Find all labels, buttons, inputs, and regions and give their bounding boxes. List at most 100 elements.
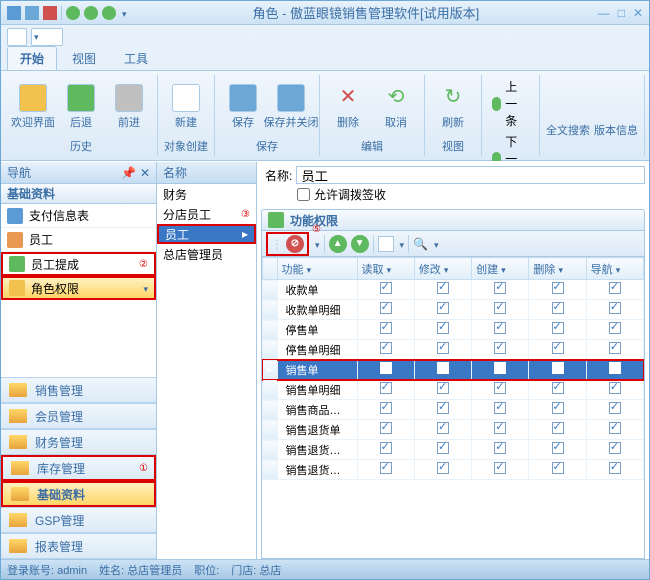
grid-cell-checkbox[interactable] (586, 320, 643, 340)
grid-row[interactable]: 销售退货… (263, 460, 644, 480)
grid-cell-checkbox[interactable] (357, 460, 414, 480)
grid-col-header[interactable]: 功能 ▾ (277, 258, 357, 280)
grid-cell-checkbox[interactable] (529, 280, 586, 300)
down-button[interactable]: ▼ (351, 235, 369, 253)
prev-icon[interactable] (84, 6, 98, 20)
role-list-header[interactable]: 名称 (157, 162, 256, 184)
nav-section-header[interactable]: 基础资料 (1, 184, 156, 204)
nav-item[interactable]: 支付信息表 (1, 204, 156, 228)
grid-cell-checkbox[interactable] (414, 380, 471, 400)
grid-cell-checkbox[interactable] (586, 400, 643, 420)
grid-cell-checkbox[interactable] (414, 340, 471, 360)
grid-row[interactable]: 销售退货单 (263, 420, 644, 440)
nav-category[interactable]: 基础资料 (1, 481, 156, 507)
pin-icon[interactable]: 📌 (121, 166, 136, 180)
ribbon-button[interactable]: 保存 (221, 77, 265, 136)
grid-row[interactable]: 销售商品… (263, 400, 644, 420)
ribbon-button[interactable]: 新建 (164, 77, 208, 136)
nav-category[interactable]: 销售管理 (1, 377, 156, 403)
grid-cell-checkbox[interactable] (586, 440, 643, 460)
close-button[interactable]: ✕ (633, 6, 643, 20)
grid-col-header[interactable]: 删除 ▾ (529, 258, 586, 280)
grip-icon[interactable]: ⋮ (271, 237, 283, 251)
grid-cell-checkbox[interactable] (357, 380, 414, 400)
ribbon-button[interactable]: 保存并关闭 (269, 77, 313, 136)
app-menu-button[interactable] (7, 28, 27, 46)
grid-cell-checkbox[interactable] (357, 300, 414, 320)
refresh-icon[interactable] (66, 6, 80, 20)
grid-row[interactable]: 收款单 (263, 280, 644, 300)
copy-dropdown[interactable] (398, 237, 405, 251)
nav-category[interactable]: GSP管理 (1, 507, 156, 533)
deny-dropdown[interactable] (313, 237, 320, 251)
grid-cell-checkbox[interactable] (357, 320, 414, 340)
grid-cell-checkbox[interactable] (357, 400, 414, 420)
ribbon-button-small[interactable]: 上一条 (488, 77, 533, 130)
grid-cell-checkbox[interactable] (472, 380, 529, 400)
grid-cell-checkbox[interactable] (414, 280, 471, 300)
grid-cell-checkbox[interactable] (529, 360, 586, 380)
allow-checkbox[interactable] (297, 188, 310, 201)
name-input[interactable] (296, 166, 645, 184)
grid-cell-checkbox[interactable] (414, 420, 471, 440)
grid-cell-checkbox[interactable] (529, 440, 586, 460)
ribbon-button[interactable]: ↻刷新 (431, 77, 475, 136)
tab-view[interactable]: 视图 (59, 46, 109, 70)
ribbon-button[interactable]: ✕删除 (326, 77, 370, 136)
close-nav-icon[interactable]: ✕ (140, 166, 150, 180)
grid-cell-checkbox[interactable] (529, 380, 586, 400)
up-button[interactable]: ▲ (329, 235, 347, 253)
grid-cell-checkbox[interactable] (357, 340, 414, 360)
view-menu-button[interactable] (31, 28, 63, 46)
nav-category[interactable]: 会员管理 (1, 403, 156, 429)
grid-row[interactable]: 停售单明细 (263, 340, 644, 360)
grid-cell-checkbox[interactable] (586, 280, 643, 300)
copy-icon[interactable] (378, 236, 394, 252)
grid-cell-checkbox[interactable] (472, 460, 529, 480)
grid-cell-checkbox[interactable] (472, 360, 529, 380)
nav-item[interactable]: 角色权限 (1, 276, 156, 300)
maximize-button[interactable]: □ (618, 6, 625, 20)
tab-start[interactable]: 开始 (7, 46, 57, 70)
grid-cell-checkbox[interactable] (414, 440, 471, 460)
qat-dropdown[interactable] (120, 6, 134, 20)
grid-cell-checkbox[interactable] (472, 440, 529, 460)
role-list-item[interactable]: 财务 (157, 184, 256, 204)
grid-cell-checkbox[interactable] (529, 420, 586, 440)
ribbon-button[interactable]: 版本信息 (594, 77, 638, 152)
grid-cell-checkbox[interactable] (586, 460, 643, 480)
grid-row[interactable]: 停售单 (263, 320, 644, 340)
next-icon[interactable] (102, 6, 116, 20)
ribbon-button[interactable]: 欢迎界面 (11, 77, 55, 136)
grid-cell-checkbox[interactable] (586, 420, 643, 440)
grid-cell-checkbox[interactable] (414, 320, 471, 340)
tab-tools[interactable]: 工具 (111, 46, 161, 70)
grid-cell-checkbox[interactable] (586, 360, 643, 380)
grid-cell-checkbox[interactable] (472, 300, 529, 320)
ribbon-button[interactable]: 前进 (107, 77, 151, 136)
save-close-icon[interactable] (43, 6, 57, 20)
grid-cell-checkbox[interactable] (529, 400, 586, 420)
grid-cell-checkbox[interactable] (357, 440, 414, 460)
grid-cell-checkbox[interactable] (357, 280, 414, 300)
grid-col-header[interactable]: 修改 ▾ (414, 258, 471, 280)
deny-button[interactable]: ⊘ (286, 235, 304, 253)
grid-cell-checkbox[interactable] (529, 300, 586, 320)
nav-category[interactable]: 财务管理 (1, 429, 156, 455)
grid-cell-checkbox[interactable] (357, 360, 414, 380)
grid-cell-checkbox[interactable] (414, 460, 471, 480)
grid-cell-checkbox[interactable] (472, 420, 529, 440)
grid-row[interactable]: 收款单明细 (263, 300, 644, 320)
nav-category[interactable]: 库存管理① (1, 455, 156, 481)
nav-category[interactable]: 报表管理 (1, 533, 156, 559)
role-list-item[interactable]: 员工▸ (157, 224, 256, 244)
grid-cell-checkbox[interactable] (529, 460, 586, 480)
grid-cell-checkbox[interactable] (357, 420, 414, 440)
save-icon[interactable] (25, 6, 39, 20)
grid-col-header[interactable]: 导航 ▾ (586, 258, 643, 280)
grid-row[interactable]: 销售退货… (263, 440, 644, 460)
ribbon-button[interactable]: 后退 (59, 77, 103, 136)
grid-cell-checkbox[interactable] (414, 300, 471, 320)
grid-cell-checkbox[interactable] (414, 360, 471, 380)
ribbon-button[interactable]: 全文搜索 (546, 77, 590, 152)
